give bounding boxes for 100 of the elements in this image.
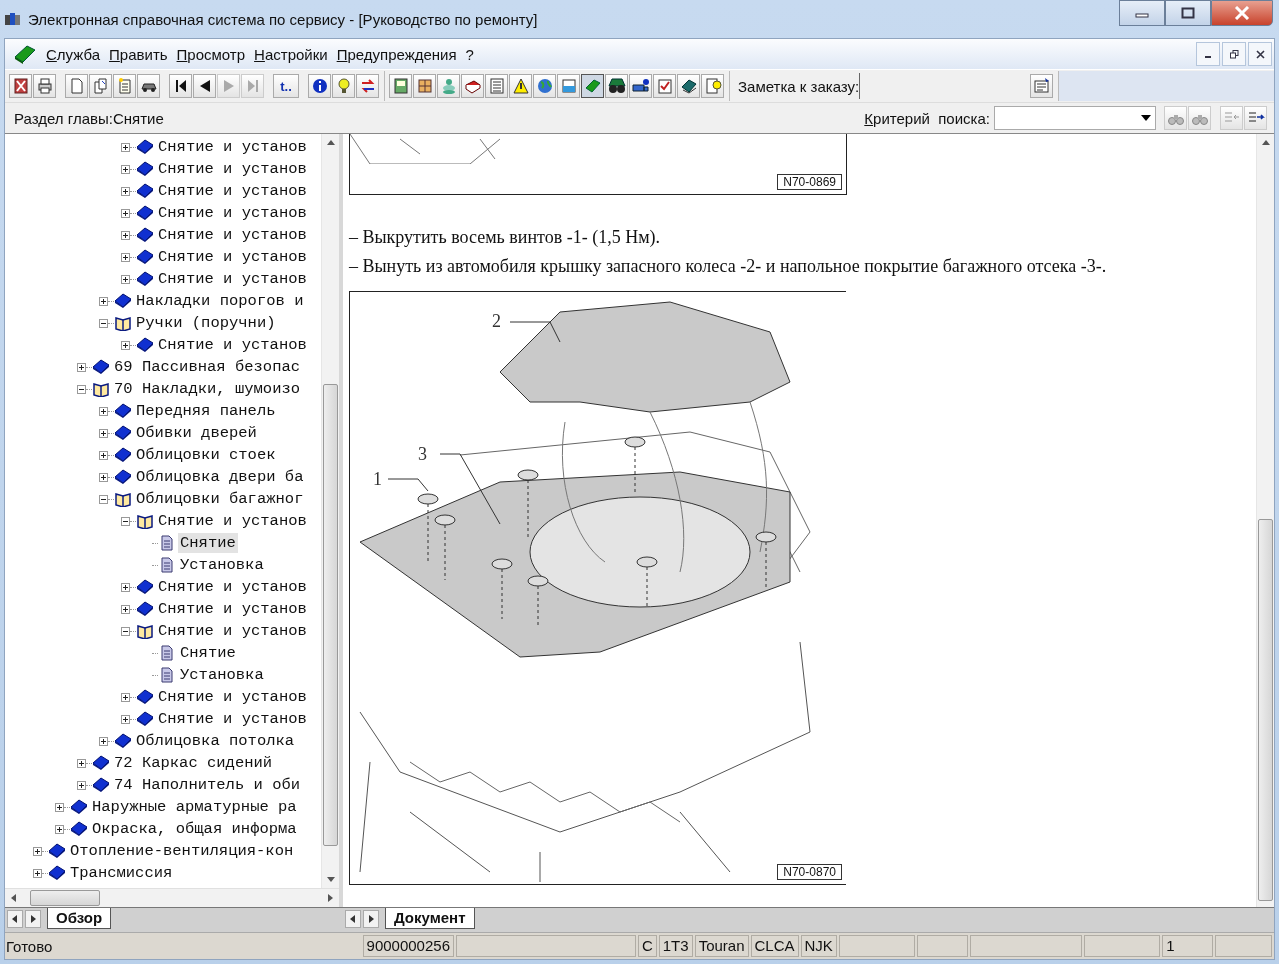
expander-icon[interactable] <box>77 758 86 768</box>
tree-item[interactable]: Облицовки багажног <box>134 489 306 509</box>
tree-item[interactable]: Снятие и установ <box>156 159 309 179</box>
expander-icon[interactable] <box>99 494 108 504</box>
tree-item[interactable]: Установка <box>178 555 266 575</box>
hint-button[interactable] <box>332 74 355 98</box>
new-page-button[interactable] <box>65 74 88 98</box>
document-help-button[interactable] <box>701 74 724 98</box>
expander-icon[interactable] <box>121 230 130 240</box>
checklist-button[interactable] <box>653 74 676 98</box>
expander-icon[interactable] <box>99 318 108 328</box>
menu-item[interactable]: Править <box>109 45 168 63</box>
tree-item[interactable]: Установка <box>178 665 266 685</box>
expander-icon[interactable] <box>121 516 130 526</box>
tree-item[interactable]: 74 Наполнитель и оби <box>112 775 303 795</box>
tree-item[interactable]: Снятие и установ <box>156 181 309 201</box>
tree-item[interactable]: Снятие и установ <box>156 621 309 641</box>
window-button[interactable] <box>557 74 580 98</box>
tree-item[interactable]: Облицовка потолка <box>134 731 297 751</box>
tree-item[interactable]: Снятие и установ <box>156 599 309 619</box>
expander-icon[interactable] <box>121 626 130 636</box>
swap-button[interactable] <box>356 74 379 98</box>
expander-icon[interactable] <box>99 406 108 416</box>
expander-icon[interactable] <box>99 296 108 306</box>
tree-item[interactable]: Снятие <box>178 643 238 663</box>
tree-item[interactable]: Снятие и установ <box>156 137 309 157</box>
expander-icon[interactable] <box>77 780 86 790</box>
expander-icon[interactable] <box>121 340 130 350</box>
info-button[interactable] <box>308 74 331 98</box>
tree-item[interactable]: Снятие и установ <box>156 247 309 267</box>
menu-item[interactable]: Служба <box>46 45 101 63</box>
tree-item[interactable]: 72 Каркас сидений <box>112 753 275 773</box>
tree-item[interactable]: Отопление-вентиляция-кон <box>68 841 296 861</box>
tree-item[interactable]: 69 Пассивная безопас <box>112 357 303 377</box>
expander-icon[interactable] <box>99 736 108 746</box>
previous-page-button[interactable] <box>193 74 216 98</box>
book-button[interactable] <box>461 74 484 98</box>
tree-item[interactable]: Накладки порогов и <box>134 291 306 311</box>
scrollbar[interactable] <box>5 888 339 907</box>
maximize-button[interactable] <box>1165 0 1211 26</box>
car-button[interactable] <box>605 74 628 98</box>
tree-item[interactable]: Передняя панель <box>134 401 278 421</box>
van-info-button[interactable] <box>629 74 652 98</box>
expander-icon[interactable] <box>55 824 64 834</box>
copy-pages-button[interactable] <box>89 74 112 98</box>
pane-tab[interactable]: Обзор <box>47 908 112 929</box>
close-button[interactable] <box>1248 42 1272 66</box>
expander-icon[interactable] <box>121 208 130 218</box>
expander-icon[interactable] <box>55 802 64 812</box>
menu-item[interactable]: ? <box>465 45 474 63</box>
find-next-button[interactable] <box>1188 106 1211 130</box>
goto-button[interactable]: t.. <box>273 74 299 98</box>
print-button[interactable] <box>33 74 56 98</box>
scrollbar[interactable] <box>1256 134 1274 907</box>
menu-item[interactable]: Просмотр <box>176 45 246 63</box>
expander-icon[interactable] <box>99 472 108 482</box>
expander-icon[interactable] <box>77 384 86 394</box>
expander-icon[interactable] <box>121 692 130 702</box>
book-stack-button[interactable] <box>677 74 700 98</box>
scrollbar[interactable] <box>321 134 339 888</box>
expander-icon[interactable] <box>121 582 130 592</box>
first-page-button[interactable] <box>169 74 192 98</box>
menu-item[interactable]: Настройки <box>254 45 328 63</box>
tree-item[interactable]: Ручки (поручни) <box>134 313 278 333</box>
find-previous-button[interactable] <box>1164 106 1187 130</box>
tree-item[interactable]: Снятие и установ <box>156 269 309 289</box>
expander-icon[interactable] <box>121 274 130 284</box>
tree-item[interactable]: Снятие и установ <box>156 335 309 355</box>
grid-button[interactable] <box>413 74 436 98</box>
pane-tab[interactable]: Документ <box>385 908 475 929</box>
expander-icon[interactable] <box>121 186 130 196</box>
tree-item[interactable]: Наружные арматурные ра <box>90 797 299 817</box>
tree-item[interactable]: Снятие <box>178 533 238 553</box>
expander-icon[interactable] <box>121 714 130 724</box>
car-button[interactable] <box>137 74 160 98</box>
properties-button[interactable] <box>1030 74 1054 98</box>
tree-item[interactable]: Снятие и установ <box>156 511 309 531</box>
close-document-button[interactable] <box>9 74 32 98</box>
tree-item[interactable]: Трансмиссия <box>68 863 175 883</box>
tree-item[interactable]: Облицовки стоек <box>134 445 278 465</box>
restore-button[interactable] <box>1222 42 1246 66</box>
tree-item[interactable]: Снятие и установ <box>156 709 309 729</box>
tree-item[interactable]: Снятие и установ <box>156 225 309 245</box>
tree-item[interactable]: 70 Накладки, шумоизо <box>112 379 303 399</box>
tree-item[interactable]: Окраска, общая информа <box>90 819 299 839</box>
expander-icon[interactable] <box>121 142 130 152</box>
warning-button[interactable] <box>509 74 532 98</box>
closed-book-button[interactable] <box>581 74 604 98</box>
tree-item[interactable]: Снятие и установ <box>156 687 309 707</box>
tree-item[interactable]: Снятие и установ <box>156 577 309 597</box>
expander-icon[interactable] <box>99 428 108 438</box>
expander-icon[interactable] <box>33 868 42 878</box>
globe-button[interactable] <box>533 74 556 98</box>
tree-item[interactable]: Облицовка двери ба <box>134 467 306 487</box>
expander-icon[interactable] <box>121 164 130 174</box>
tree-item[interactable]: Обивки дверей <box>134 423 259 443</box>
expander-icon[interactable] <box>33 846 42 856</box>
menu-item[interactable]: Предупреждения <box>336 45 457 63</box>
expander-icon[interactable] <box>121 252 130 262</box>
expander-icon[interactable] <box>121 604 130 614</box>
